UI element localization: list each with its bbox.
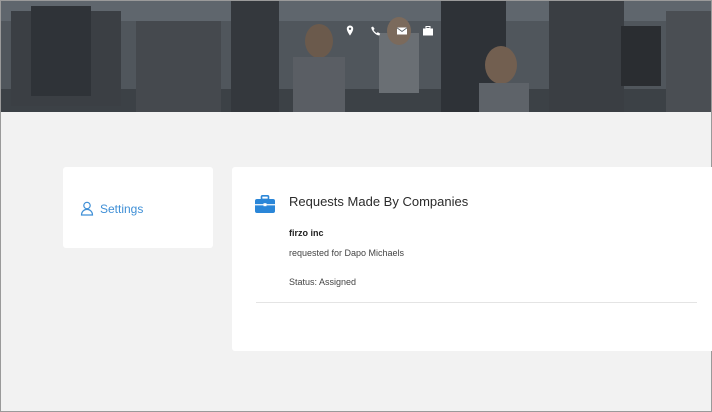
request-description: requested for Dapo Michaels [289, 248, 405, 258]
office-photo-background [1, 1, 711, 112]
sidebar: Settings [63, 167, 213, 248]
header-banner [1, 1, 711, 112]
company-name: firzo inc [289, 228, 324, 238]
sidebar-item-label: Settings [100, 201, 144, 216]
user-icon [80, 201, 94, 216]
briefcase-icon [255, 195, 275, 213]
briefcase-icon[interactable] [421, 24, 435, 38]
card-title: Requests Made By Companies [289, 194, 469, 209]
status-text: Status: Assigned [289, 277, 357, 287]
phone-icon[interactable] [369, 24, 383, 38]
contact-icons [343, 23, 435, 39]
map-pin-icon[interactable] [343, 24, 357, 38]
divider [256, 302, 697, 303]
sidebar-item-settings[interactable]: Settings [80, 201, 143, 216]
requests-card: Requests Made By Companies firzo inc req… [232, 167, 712, 351]
envelope-icon[interactable] [395, 24, 409, 38]
